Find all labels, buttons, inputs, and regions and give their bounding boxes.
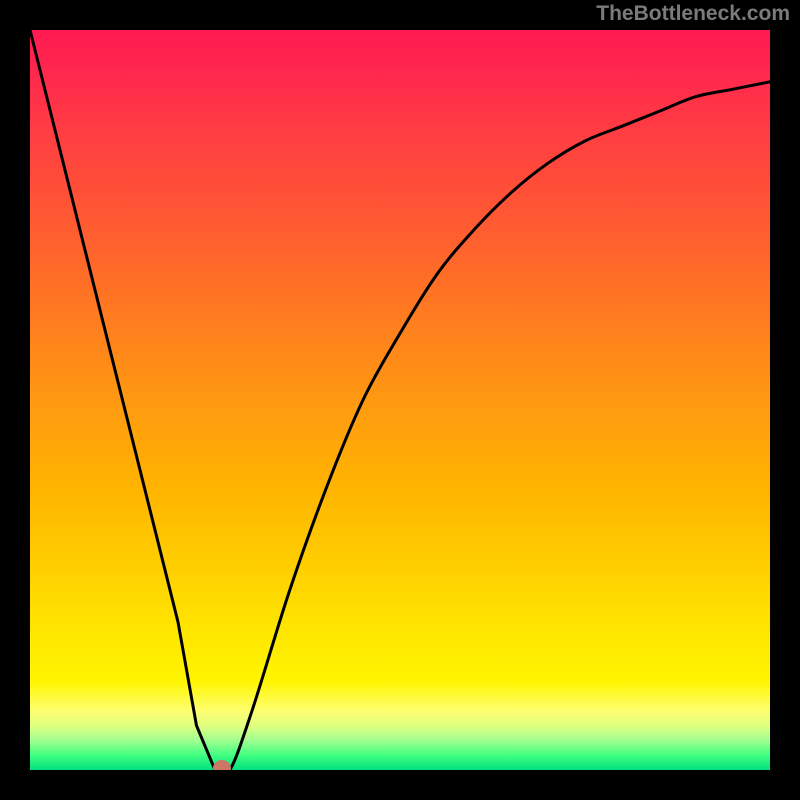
plot-area bbox=[30, 30, 770, 770]
watermark-text: TheBottleneck.com bbox=[596, 2, 790, 26]
optimum-marker bbox=[213, 760, 231, 770]
bottleneck-curve-svg bbox=[30, 30, 770, 770]
chart-container: TheBottleneck.com bbox=[0, 0, 800, 800]
bottleneck-curve bbox=[30, 30, 770, 770]
